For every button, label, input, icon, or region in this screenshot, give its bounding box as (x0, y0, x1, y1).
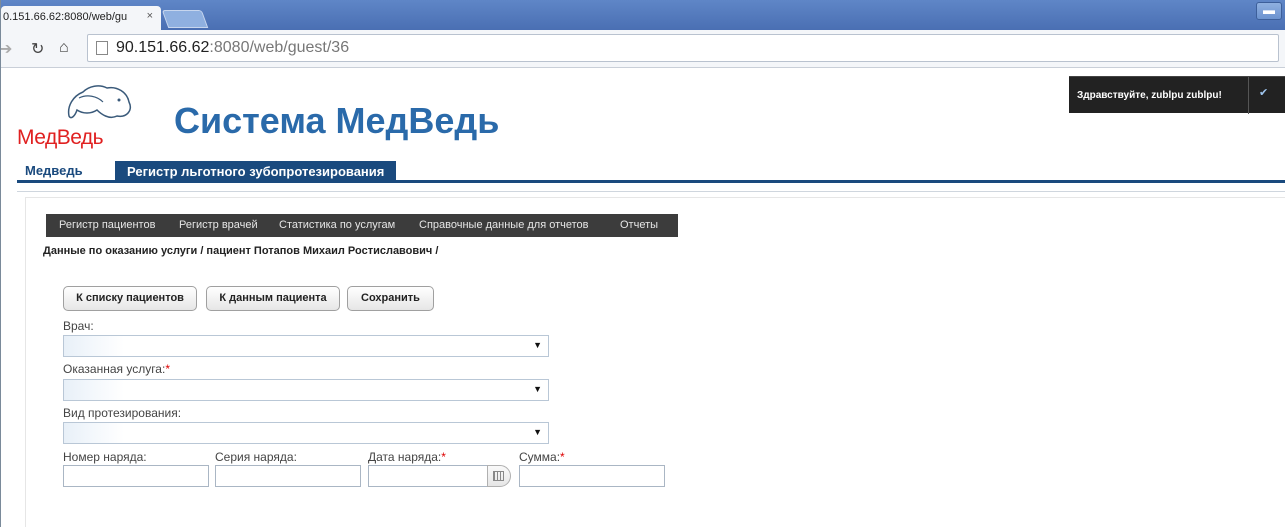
content-panel: Регистр пациентов Регистр врачей Статист… (25, 197, 1285, 527)
service-label: Оказанная услуга:* (63, 362, 170, 376)
chevron-down-icon: ▼ (533, 384, 542, 394)
calendar-button[interactable] (487, 465, 511, 487)
menu-item-service-stats[interactable]: Статистика по услугам (279, 219, 395, 231)
page-content: МедВедь Система МедВедь Здравствуйте, zu… (1, 68, 1285, 527)
greeting-text[interactable]: Здравствуйте, zublpu zublpu! (1077, 90, 1222, 101)
menu-item-reference-data[interactable]: Справочные данные для отчетов (419, 219, 589, 231)
chevron-down-icon[interactable]: ✔ (1259, 86, 1268, 99)
user-dock[interactable]: Здравствуйте, zublpu zublpu! ✔ (1069, 76, 1285, 114)
site-title: Система МедВедь (174, 100, 500, 141)
order-date-input[interactable] (368, 465, 488, 487)
chevron-down-icon: ▼ (533, 427, 542, 437)
sum-input[interactable] (519, 465, 665, 487)
home-icon[interactable]: ⌂ (59, 39, 69, 57)
browser-tab[interactable]: 0.151.66.62:8080/web/gu × (1, 6, 161, 30)
reload-icon[interactable]: ↻ (31, 39, 44, 59)
bear-logo[interactable]: МедВедь (17, 80, 147, 150)
tab-title: 0.151.66.62:8080/web/gu (3, 11, 128, 23)
close-icon[interactable]: × (147, 10, 153, 22)
order-series-input[interactable] (215, 465, 361, 487)
doctor-label: Врач: (63, 319, 94, 333)
service-select[interactable]: ▼ (63, 379, 549, 401)
breadcrumb: Данные по оказанию услуги / пациент Пота… (43, 245, 439, 257)
tab-dental-registry[interactable]: Регистр льготного зубопротезирования (115, 161, 397, 180)
menu-item-doctors[interactable]: Регистр врачей (179, 219, 258, 231)
dock-divider (1248, 77, 1249, 114)
required-asterisk: * (441, 450, 446, 464)
divider (17, 191, 1285, 192)
back-to-patients-button[interactable]: К списку пациентов (63, 286, 197, 311)
url-text[interactable]: 90.151.66.62:8080/web/guest/36 (116, 39, 349, 57)
browser-toolbar: ➔ ↻ ⌂ 90.151.66.62:8080/web/guest/36 (1, 30, 1285, 68)
bear-icon (67, 85, 131, 119)
window-control-button[interactable]: ▬ (1256, 2, 1282, 20)
order-series-label: Серия наряда: (215, 450, 297, 464)
doctor-select[interactable]: ▼ (63, 335, 549, 357)
sum-label: Сумма:* (519, 450, 565, 464)
prosthetics-type-label: Вид протезирования: (63, 406, 182, 420)
menu-item-reports[interactable]: Отчеты (620, 219, 658, 231)
page-icon (96, 41, 108, 55)
forward-icon[interactable]: ➔ (1, 39, 12, 59)
main-navigation: Медведь Регистр льготного зубопротезиров… (17, 161, 1285, 183)
logo-wordmark: МедВедь (17, 126, 104, 149)
patient-data-button[interactable]: К данным пациента (206, 286, 340, 311)
calendar-icon (493, 471, 504, 481)
save-button[interactable]: Сохранить (347, 286, 434, 311)
order-date-label: Дата наряда:* (368, 450, 446, 464)
tab-strip: 0.151.66.62:8080/web/gu × ▬ (1, 0, 1285, 30)
required-asterisk: * (560, 450, 565, 464)
required-asterisk: * (165, 362, 170, 376)
new-tab-button[interactable] (161, 10, 209, 28)
address-bar[interactable]: 90.151.66.62:8080/web/guest/36 (87, 34, 1279, 62)
browser-window: 0.151.66.62:8080/web/gu × ▬ ➔ ↻ ⌂ 90.151… (0, 0, 1285, 527)
prosthetics-type-select[interactable]: ▼ (63, 422, 549, 444)
order-number-input[interactable] (63, 465, 209, 487)
order-number-label: Номер наряда: (63, 450, 147, 464)
chevron-down-icon: ▼ (533, 340, 542, 350)
menu-item-patients[interactable]: Регистр пациентов (59, 219, 155, 231)
tab-medved[interactable]: Медведь (17, 161, 91, 180)
section-menu: Регистр пациентов Регистр врачей Статист… (46, 214, 678, 237)
